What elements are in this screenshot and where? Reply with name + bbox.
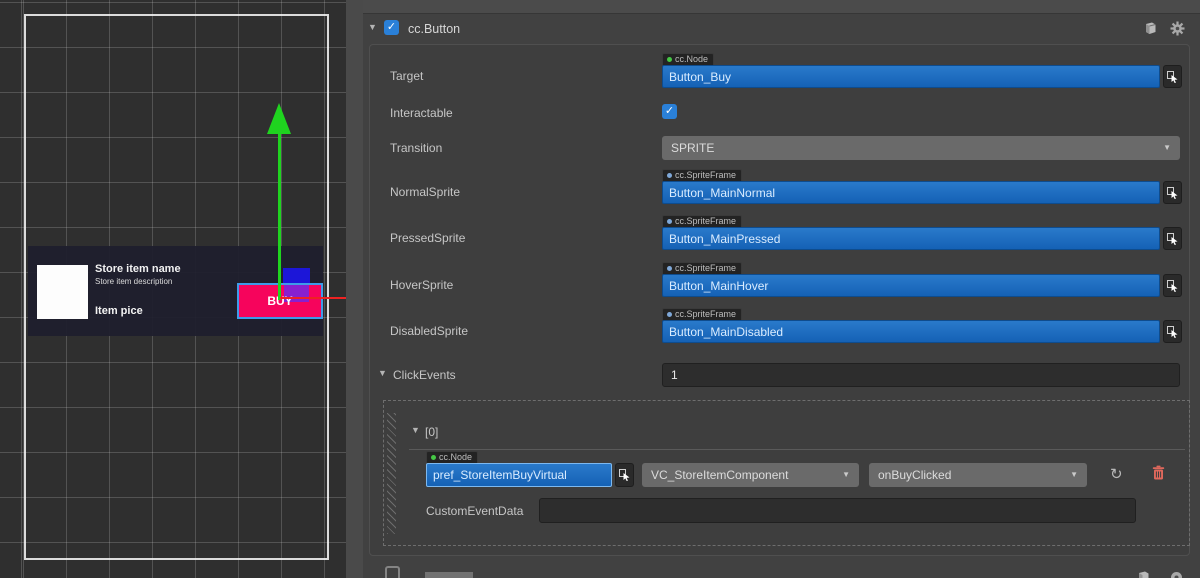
- pressed-sprite-row: PressedSprite cc.SpriteFrame Button_Main…: [390, 215, 1180, 261]
- normal-sprite-row: NormalSprite cc.SpriteFrame Button_MainN…: [390, 169, 1180, 215]
- spriteframe-type-dot-icon: [667, 266, 672, 271]
- next-component-checkbox[interactable]: [385, 566, 400, 578]
- target-row: Target cc.Node Button_Buy: [390, 53, 1180, 99]
- dropdown-arrow-icon: ▼: [1070, 471, 1078, 479]
- dropdown-arrow-icon: ▼: [1163, 144, 1171, 152]
- event0-component-dropdown[interactable]: VC_StoreItemComponent ▼: [642, 463, 859, 487]
- hover-sprite-label: HoverSprite: [390, 278, 453, 292]
- hover-sprite-field[interactable]: Button_MainHover: [662, 274, 1160, 297]
- event0-node-field[interactable]: pref_StoreItemBuyVirtual: [426, 463, 612, 487]
- event0-index-label: [0]: [425, 425, 438, 439]
- target-picker-button[interactable]: [1163, 65, 1182, 88]
- dropdown-arrow-icon: ▼: [842, 471, 850, 479]
- component-title: cc.Button: [408, 22, 460, 36]
- hover-sprite-row: HoverSprite cc.SpriteFrame Button_MainHo…: [390, 262, 1180, 308]
- clickevents-count-field[interactable]: 1: [662, 363, 1180, 387]
- disabled-sprite-row: DisabledSprite cc.SpriteFrame Button_Mai…: [390, 308, 1180, 354]
- settings-gear-icon[interactable]: [1169, 570, 1184, 578]
- component-enabled-checkbox[interactable]: ✓: [384, 20, 399, 35]
- normal-sprite-picker-button[interactable]: [1163, 181, 1182, 204]
- collapse-arrow-icon[interactable]: ▼: [368, 23, 377, 32]
- component-header: ▼ ✓ cc.Button: [363, 13, 1200, 44]
- next-component-partial-label: [425, 572, 473, 578]
- clickevents-group-box: ▼ [0] cc.Node pref_StoreItemBuyVirtual V…: [383, 400, 1190, 546]
- store-item-description: Store item description: [95, 277, 172, 286]
- event0-handler-dropdown[interactable]: onBuyClicked ▼: [869, 463, 1087, 487]
- disabled-sprite-label: DisabledSprite: [390, 324, 468, 338]
- hover-sprite-picker-button[interactable]: [1163, 274, 1182, 297]
- target-label: Target: [390, 69, 423, 83]
- normal-sprite-field[interactable]: Button_MainNormal: [662, 181, 1160, 204]
- spriteframe-type-dot-icon: [667, 219, 672, 224]
- pressed-sprite-label: PressedSprite: [390, 231, 465, 245]
- refresh-icon[interactable]: ↻: [1110, 467, 1123, 482]
- store-item-icon: [37, 265, 88, 319]
- clickevents-collapse-arrow-icon[interactable]: ▼: [378, 369, 387, 378]
- transition-label: Transition: [390, 141, 442, 155]
- disabled-sprite-field[interactable]: Button_MainDisabled: [662, 320, 1160, 343]
- group-hatch-strip: [387, 413, 396, 534]
- panel-divider[interactable]: [346, 0, 364, 578]
- event0-node-picker-button[interactable]: [615, 463, 634, 487]
- target-object-field[interactable]: Button_Buy: [662, 65, 1160, 88]
- gizmo-y-axis-arrow[interactable]: [267, 103, 291, 134]
- custom-event-data-label: CustomEventData: [426, 504, 523, 518]
- gizmo-x-axis-line[interactable]: [280, 297, 346, 299]
- gizmo-y-axis-line[interactable]: [278, 132, 281, 300]
- settings-gear-icon[interactable]: [1170, 21, 1185, 36]
- store-item-name: Store item name: [95, 263, 181, 275]
- scene-view[interactable]: Store item name Store item description I…: [0, 0, 346, 578]
- interactable-label: Interactable: [390, 106, 453, 120]
- event0-collapse-arrow-icon[interactable]: ▼: [411, 426, 420, 435]
- pressed-sprite-field[interactable]: Button_MainPressed: [662, 227, 1160, 250]
- node-type-dot-icon: [667, 57, 672, 62]
- inspector-top-bar: [363, 0, 1200, 14]
- transition-dropdown[interactable]: SPRITE ▼: [662, 136, 1180, 160]
- normal-sprite-label: NormalSprite: [390, 185, 460, 199]
- interactable-checkbox[interactable]: ✓: [662, 104, 677, 119]
- clickevents-label: ClickEvents: [393, 368, 456, 382]
- disabled-sprite-picker-button[interactable]: [1163, 320, 1182, 343]
- spriteframe-type-dot-icon: [667, 312, 672, 317]
- event0-separator: [409, 449, 1185, 450]
- help-book-icon[interactable]: [1143, 21, 1158, 36]
- store-item-price: Item pice: [95, 305, 143, 317]
- trash-icon[interactable]: [1152, 465, 1165, 485]
- spriteframe-type-dot-icon: [667, 173, 672, 178]
- inspector-panel: ▼ ✓ cc.Button: [363, 0, 1200, 578]
- node-type-dot-icon: [431, 455, 436, 460]
- custom-event-data-input[interactable]: [539, 498, 1136, 523]
- pressed-sprite-picker-button[interactable]: [1163, 227, 1182, 250]
- help-book-icon[interactable]: [1136, 570, 1151, 578]
